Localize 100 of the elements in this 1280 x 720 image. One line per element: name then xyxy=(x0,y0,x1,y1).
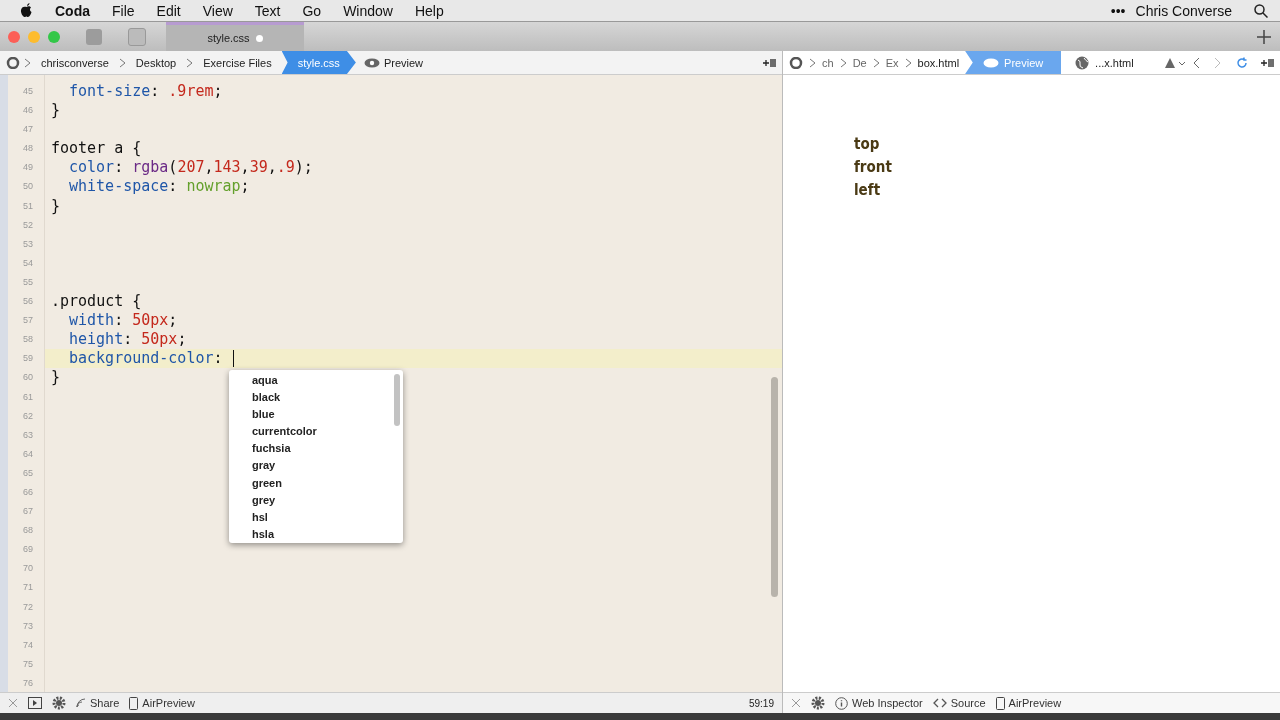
scrollbar-thumb[interactable] xyxy=(394,374,400,426)
chevron-icon xyxy=(809,57,816,68)
preview-text: front xyxy=(854,158,892,176)
line-number: 45 xyxy=(22,85,34,98)
menu-item[interactable]: Go xyxy=(302,2,322,19)
line-number: 53 xyxy=(22,237,34,251)
line-number: 66 xyxy=(22,485,34,499)
code-line: .product { xyxy=(51,292,142,312)
panel-toggle[interactable] xyxy=(128,27,146,46)
menu-item[interactable]: Window xyxy=(343,2,393,19)
code-line: } xyxy=(51,368,61,388)
url-label[interactable]: ...x.html xyxy=(1095,56,1134,69)
breadcrumb[interactable]: box.html xyxy=(917,56,960,69)
line-number: 76 xyxy=(22,676,34,690)
line-number: 47 xyxy=(22,123,34,137)
info-icon xyxy=(835,696,848,710)
more-menu[interactable]: ••• xyxy=(1110,2,1126,19)
line-number: 59 xyxy=(22,352,34,366)
line-number: 49 xyxy=(22,161,34,175)
code-line: width: 50px; xyxy=(69,311,178,331)
line-number: 65 xyxy=(22,466,34,480)
preview-link[interactable]: Preview xyxy=(383,56,423,69)
file-tab[interactable]: style.css xyxy=(166,22,304,51)
close-button[interactable] xyxy=(8,30,20,43)
menu-item[interactable]: File xyxy=(112,2,135,19)
app-menu[interactable]: Coda xyxy=(55,2,90,19)
text-cursor xyxy=(232,350,234,368)
airpreview-button[interactable]: AirPreview xyxy=(1008,697,1062,709)
line-number: 56 xyxy=(22,295,34,309)
breadcrumb[interactable]: ch xyxy=(822,56,834,69)
code-line: } xyxy=(51,101,61,121)
close-icon[interactable] xyxy=(791,698,801,708)
airpreview-button[interactable]: AirPreview xyxy=(142,697,195,709)
user-name[interactable]: Chris Converse xyxy=(1135,2,1232,19)
gear-icon[interactable] xyxy=(811,696,825,710)
web-inspector-button[interactable]: Web Inspector xyxy=(852,697,923,709)
line-number: 54 xyxy=(22,256,34,270)
breadcrumb[interactable]: chrisconverse xyxy=(35,51,115,74)
code-line: } xyxy=(51,196,61,216)
code-icon xyxy=(932,698,947,708)
play-icon[interactable] xyxy=(28,697,42,709)
line-number: 70 xyxy=(22,562,34,576)
line-number: 62 xyxy=(22,409,34,423)
line-number: 69 xyxy=(22,543,34,557)
breadcrumb[interactable]: De xyxy=(852,56,867,69)
code-line: height: 50px; xyxy=(69,330,187,350)
scrollbar-thumb[interactable] xyxy=(771,377,778,597)
chevron-icon xyxy=(186,57,194,68)
chevron-icon xyxy=(872,57,880,68)
menu-item[interactable]: Help xyxy=(414,2,444,19)
line-number: 57 xyxy=(22,314,34,328)
breadcrumb[interactable]: Ex xyxy=(885,56,899,69)
chevron-icon xyxy=(118,57,126,68)
apple-logo-icon[interactable] xyxy=(20,3,33,18)
line-number: 60 xyxy=(22,371,34,385)
globe-icon xyxy=(1075,55,1090,70)
line-number: 71 xyxy=(22,581,34,595)
line-number: 55 xyxy=(22,275,34,289)
completion-item[interactable]: gray xyxy=(229,457,276,475)
chevron-icon xyxy=(904,57,912,68)
plus-icon[interactable] xyxy=(1256,28,1272,45)
line-number: 67 xyxy=(22,505,34,519)
menu-item[interactable]: View xyxy=(202,2,233,19)
cursor-position: 59:19 xyxy=(748,697,774,709)
line-number: 50 xyxy=(22,180,34,194)
completion-item[interactable]: fuchsia xyxy=(229,440,291,458)
search-icon[interactable] xyxy=(1254,3,1268,18)
reload-icon[interactable] xyxy=(1236,56,1248,69)
preview-text: top xyxy=(854,135,880,153)
completion-item[interactable]: black xyxy=(229,389,281,407)
line-number: 58 xyxy=(22,333,34,347)
preview-text: left xyxy=(854,181,881,199)
completion-item[interactable]: green xyxy=(229,474,282,492)
menu-item[interactable]: Text xyxy=(254,2,281,19)
line-number: 68 xyxy=(22,524,34,538)
completion-item[interactable]: grey xyxy=(229,491,276,509)
completion-item[interactable]: aqua xyxy=(229,372,278,390)
add-column-icon[interactable] xyxy=(762,56,776,69)
code-line: background-color: xyxy=(69,349,223,369)
gear-icon[interactable] xyxy=(52,696,66,710)
line-number: 73 xyxy=(22,619,34,633)
completion-item[interactable]: hsla xyxy=(229,525,274,543)
add-column-icon[interactable] xyxy=(1260,56,1274,69)
breadcrumb[interactable]: Desktop xyxy=(129,51,183,74)
menu-item[interactable]: Edit xyxy=(156,2,181,19)
device-icon xyxy=(129,696,139,710)
line-number: 51 xyxy=(22,199,34,213)
back-icon[interactable] xyxy=(1192,56,1200,69)
share-button[interactable]: Share xyxy=(90,697,120,709)
code-line: font-size: .9rem; xyxy=(69,82,223,102)
source-button[interactable]: Source xyxy=(950,697,986,709)
code-line: white-space: nowrap; xyxy=(69,177,250,197)
line-number: 72 xyxy=(22,600,34,614)
close-icon[interactable] xyxy=(8,698,18,708)
completion-item[interactable]: blue xyxy=(229,406,275,424)
triangle-menu-icon[interactable] xyxy=(1164,56,1186,69)
completion-item[interactable]: currentcolor xyxy=(229,423,317,441)
completion-item[interactable]: hsl xyxy=(229,508,268,526)
breadcrumb[interactable]: Exercise Files xyxy=(197,51,278,74)
sidebar-toggle[interactable] xyxy=(86,28,102,45)
